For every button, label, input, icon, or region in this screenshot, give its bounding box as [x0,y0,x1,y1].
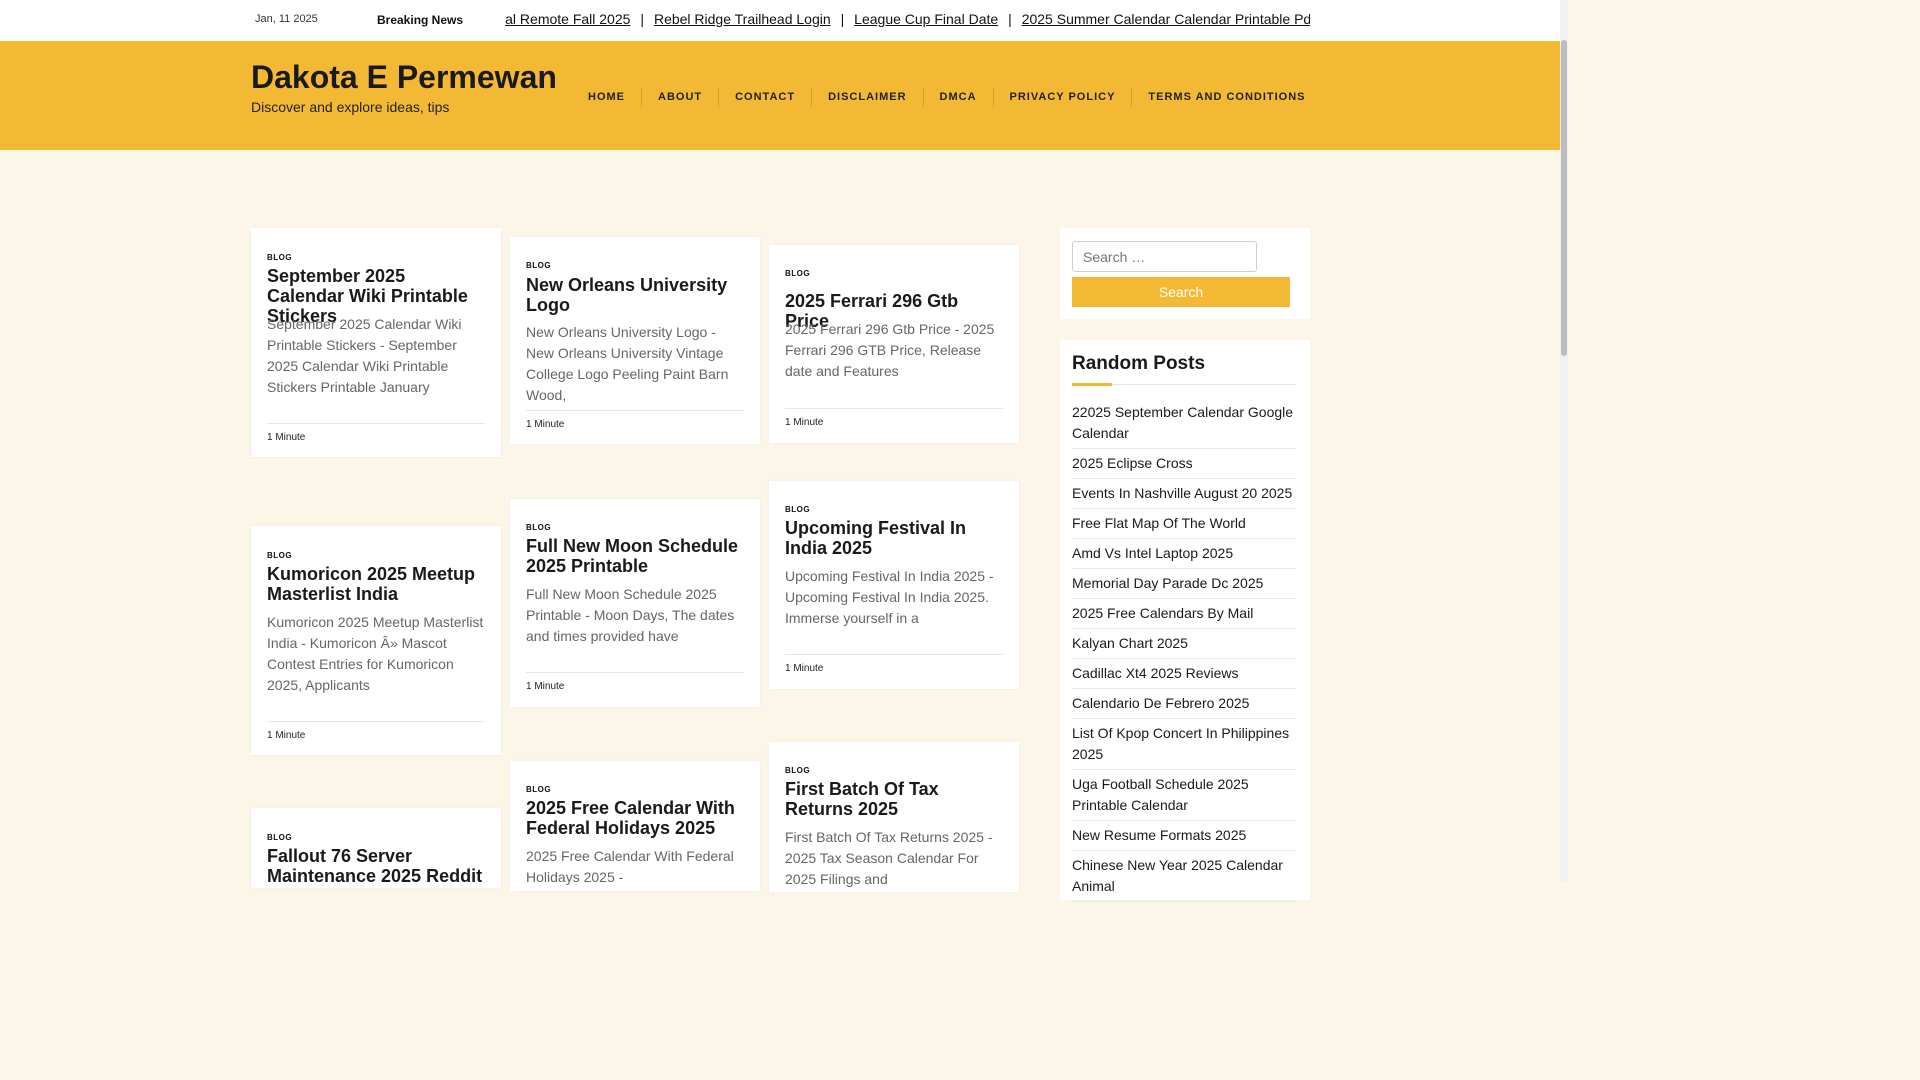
nav-terms[interactable]: TERMS AND CONDITIONS [1131,87,1321,107]
post-category[interactable]: BLOG [267,833,292,842]
read-time: 1 Minute [785,663,824,674]
search-widget: Search [1060,228,1310,319]
widget-title-accent [1072,383,1112,386]
post-excerpt: New Orleans University Logo - New Orlean… [526,324,729,403]
random-post-link[interactable]: Calendario De Febrero 2025 [1072,689,1296,719]
site-title[interactable]: Dakota E Permewan [251,59,557,96]
nav-contact[interactable]: CONTACT [718,87,811,107]
read-time: 1 Minute [267,432,306,443]
read-time: 1 Minute [526,419,565,430]
card-divider [267,423,485,424]
post-card: BLOG New Orleans University Logo New Orl… [510,237,760,444]
post-excerpt: Kumoricon 2025 Meetup Masterlist India -… [267,614,484,693]
post-card: BLOG Fallout 76 Server Maintenance 2025 … [251,808,501,888]
card-divider [526,672,744,673]
random-post-link[interactable]: New Resume Formats 2025 [1072,821,1296,851]
post-title[interactable]: Upcoming Festival In India 2025 [785,518,1005,558]
post-title[interactable]: Kumoricon 2025 Meetup Masterlist India [267,564,487,604]
post-category[interactable]: BLOG [785,269,810,278]
current-date: Jan, 11 2025 [255,13,318,25]
random-posts-list: 22025 September Calendar Google Calendar… [1072,402,1296,902]
random-post-link[interactable]: Chinese New Year 2025 Calendar Animal [1072,851,1296,902]
random-post-link[interactable]: Uga Football Schedule 2025 Printable Cal… [1072,770,1296,821]
card-divider [267,721,485,722]
nav-about[interactable]: ABOUT [641,87,718,107]
ticker-link[interactable]: Financial Remote Fall 2025 [505,11,630,27]
post-card: BLOG First Batch Of Tax Returns 2025 Fir… [769,742,1019,892]
post-category[interactable]: BLOG [267,253,292,262]
read-time: 1 Minute [785,417,824,428]
post-excerpt: 2025 Free Calendar With Federal Holidays… [526,848,734,885]
post-excerpt: First Batch Of Tax Returns 2025 - 2025 T… [785,829,993,887]
post-title[interactable]: 2025 Free Calendar With Federal Holidays… [526,798,746,838]
post-title[interactable]: New Orleans University Logo [526,275,746,315]
post-card: BLOG 2025 Free Calendar With Federal Hol… [510,761,760,891]
read-time: 1 Minute [526,681,565,692]
post-title[interactable]: Fallout 76 Server Maintenance 2025 Reddi… [267,846,487,886]
nav-privacy-policy[interactable]: PRIVACY POLICY [992,87,1132,107]
post-excerpt: Upcoming Festival In India 2025 - Upcomi… [785,568,994,626]
random-post-link[interactable]: Free Flat Map Of The World [1072,509,1296,539]
random-post-link[interactable]: Kalyan Chart 2025 [1072,629,1296,659]
post-category[interactable]: BLOG [526,523,551,532]
top-bar: Jan, 11 2025 Breaking News Financial Rem… [0,0,1560,41]
scrollbar-thumb[interactable] [1561,40,1567,356]
post-title[interactable]: Full New Moon Schedule 2025 Printable [526,536,746,576]
card-divider [526,410,744,411]
random-post-link[interactable]: 2025 Eclipse Cross [1072,449,1296,479]
card-divider [785,654,1003,655]
ticker-link[interactable]: 2025 Summer Calendar Calendar Printable … [1022,11,1310,27]
post-excerpt: September 2025 Calendar Wiki Printable S… [267,316,462,395]
random-post-link[interactable]: List Of Kpop Concert In Philippines 2025 [1072,719,1296,770]
post-card: BLOG September 2025 Calendar Wiki Printa… [251,228,501,457]
post-excerpt: Full New Moon Schedule 2025 Printable - … [526,586,735,644]
post-category[interactable]: BLOG [785,505,810,514]
random-post-link[interactable]: Amd Vs Intel Laptop 2025 [1072,539,1296,569]
post-title[interactable]: First Batch Of Tax Returns 2025 [785,779,1005,819]
ticker-link[interactable]: Rebel Ridge Trailhead Login [654,11,831,27]
breaking-news-ticker: Financial Remote Fall 2025| Rebel Ridge … [505,11,1310,31]
post-category[interactable]: BLOG [785,766,810,775]
search-input[interactable] [1072,241,1257,272]
post-card: BLOG Kumoricon 2025 Meetup Masterlist In… [251,526,501,755]
random-posts-widget: Random Posts 22025 September Calendar Go… [1060,340,1310,902]
random-post-link[interactable]: Events In Nashville August 20 2025 [1072,479,1296,509]
post-category[interactable]: BLOG [526,261,551,270]
breaking-news-label: Breaking News [377,13,464,27]
site-tagline: Discover and explore ideas, tips [251,99,450,115]
main-nav: HOME ABOUT CONTACT DISCLAIMER DMCA PRIVA… [580,87,1322,107]
random-post-link[interactable]: 22025 September Calendar Google Calendar [1072,402,1296,449]
card-divider [785,408,1003,409]
nav-disclaimer[interactable]: DISCLAIMER [811,87,922,107]
read-time: 1 Minute [267,730,306,741]
search-button[interactable]: Search [1072,277,1290,307]
post-card: BLOG Upcoming Festival In India 2025 Upc… [769,481,1019,689]
random-post-link[interactable]: Memorial Day Parade Dc 2025 [1072,569,1296,599]
random-posts-title: Random Posts [1072,353,1206,374]
post-category[interactable]: BLOG [526,785,551,794]
random-post-link[interactable]: Cadillac Xt4 2025 Reviews [1072,659,1296,689]
post-card: BLOG Full New Moon Schedule 2025 Printab… [510,499,760,707]
post-category[interactable]: BLOG [267,551,292,560]
ticker-link[interactable]: League Cup Final Date [854,11,998,27]
post-card: BLOG 2025 Ferrari 296 Gtb Price 2025 Fer… [769,245,1019,443]
page-scrollbar[interactable] [1560,0,1568,882]
nav-home[interactable]: HOME [580,87,641,107]
random-post-link[interactable]: 2025 Free Calendars By Mail [1072,599,1296,629]
post-excerpt: 2025 Ferrari 296 Gtb Price - 2025 Ferrar… [785,321,995,379]
nav-dmca[interactable]: DMCA [922,87,993,107]
site-header: Dakota E Permewan Discover and explore i… [0,41,1560,150]
